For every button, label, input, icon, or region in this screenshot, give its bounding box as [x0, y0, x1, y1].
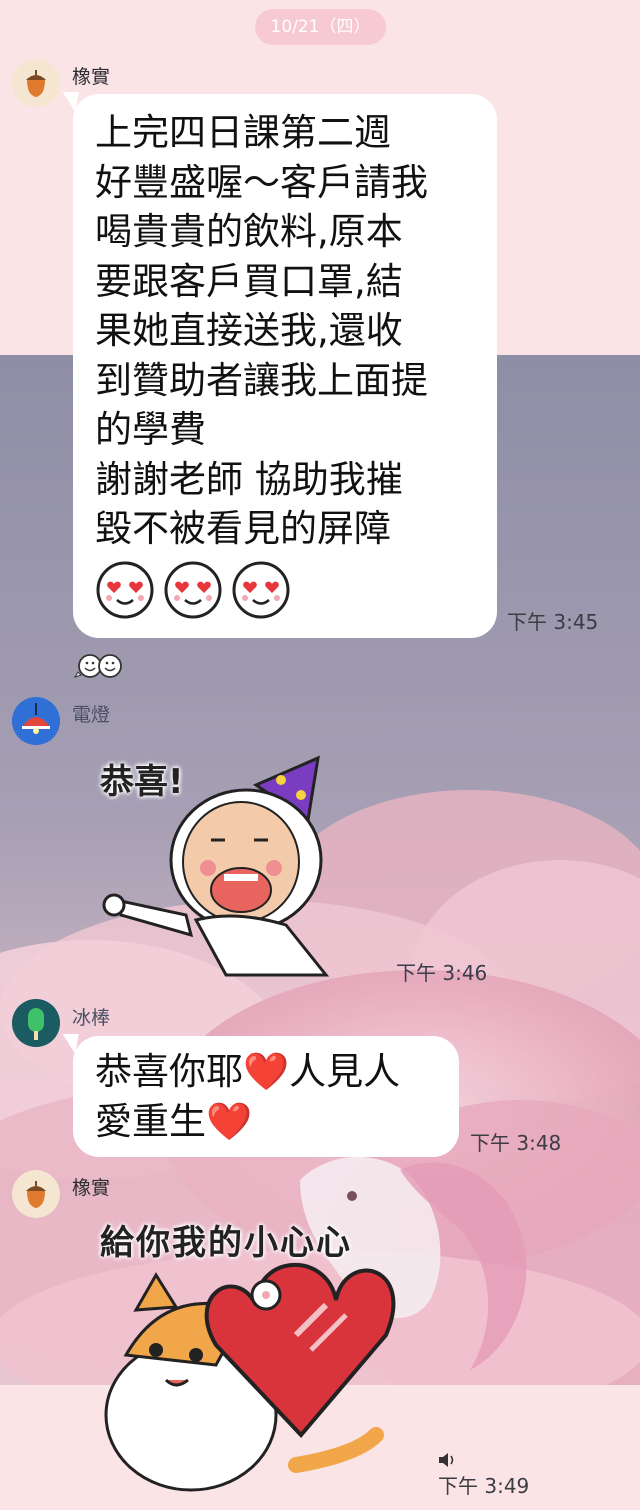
message-text-line: 謝謝老師 協助我摧: [95, 457, 403, 501]
bubble-tail: [59, 92, 79, 112]
avatar[interactable]: [12, 59, 60, 107]
party-hat-character-sticker[interactable]: 恭喜!: [96, 750, 336, 980]
avatar[interactable]: [12, 697, 60, 745]
avatar[interactable]: [12, 1170, 60, 1218]
speaker-icon[interactable]: [437, 1451, 457, 1469]
sender-name: 橡實: [72, 66, 111, 88]
message-time: 下午 3:45: [507, 610, 599, 634]
acorn-icon: [12, 1170, 60, 1218]
heart-eyes-face-icon: [96, 561, 154, 618]
sticker-caption: 恭喜!: [100, 762, 184, 802]
message-text-line: 到贊助者讓我上面提: [95, 358, 428, 402]
emoji-row: [95, 560, 497, 620]
message-text-line: 要跟客戶買口罩,結: [95, 259, 403, 303]
ceiling-lamp-icon: [12, 697, 60, 745]
message-text-line: 愛重生❤️: [95, 1099, 253, 1143]
message-text-line: 的學費: [95, 408, 206, 451]
cat-holding-heart-sticker[interactable]: 給你我的小心心: [96, 1215, 406, 1505]
sender-name: 冰棒: [72, 1007, 111, 1029]
message-time: 下午 3:48: [470, 1131, 562, 1155]
sender-name: 橡實: [72, 1177, 111, 1199]
avatar[interactable]: [12, 999, 60, 1047]
message-bubble[interactable]: 上完四日課第二週 好豐盛喔～客戶請我 喝貴貴的飲料,原本 要跟客戶買口罩,結 果…: [59, 92, 497, 638]
acorn-icon: [12, 59, 60, 107]
popsicle-icon: [12, 999, 60, 1047]
heart-eyes-face-icon: [232, 561, 290, 618]
sticker-caption: 給你我的小心心: [100, 1223, 352, 1263]
message-bubble[interactable]: 恭喜你耶❤️人見人 愛重生❤️: [59, 1034, 459, 1157]
message-text-line: 好豐盛喔～客戶請我: [95, 160, 428, 204]
message-text-line: 果她直接送我,還收: [95, 309, 403, 352]
message-text-line: 毀不被看見的屏障: [95, 507, 391, 550]
heart-eyes-face-icon: [164, 561, 222, 618]
date-separator: 10/21（四）: [255, 9, 386, 45]
message-time: 下午 3:49: [438, 1474, 530, 1498]
message-time: 下午 3:46: [396, 961, 488, 985]
smiling-faces-reaction-icon[interactable]: [74, 652, 130, 680]
message-text-line: 上完四日課第二週: [95, 111, 391, 154]
message-text-line: 恭喜你耶❤️人見人: [95, 1050, 401, 1093]
message-text-line: 喝貴貴的飲料,原本: [95, 210, 403, 253]
sender-name: 電燈: [72, 704, 111, 726]
bubble-tail: [59, 1034, 79, 1054]
